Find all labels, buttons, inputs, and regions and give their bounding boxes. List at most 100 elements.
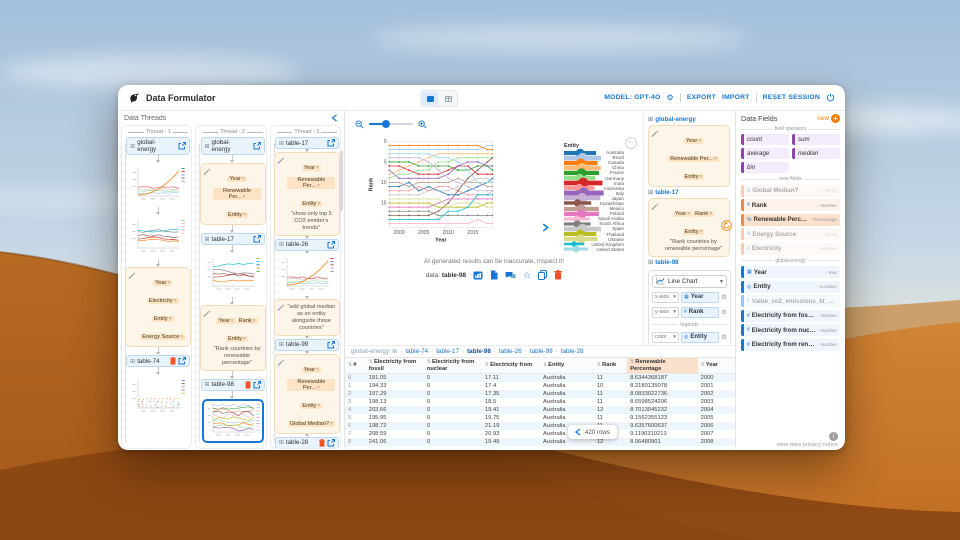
- field-chip[interactable]: Year×: [153, 280, 172, 286]
- sort-icon[interactable]: ⇅: [485, 362, 489, 368]
- open-in-new-icon[interactable]: [253, 142, 261, 150]
- concept-card[interactable]: Year×Rank×Entity×"Rank countries by rene…: [200, 305, 266, 371]
- open-in-new-icon[interactable]: [178, 142, 186, 150]
- remove-chip-icon[interactable]: ×: [317, 201, 320, 207]
- field-chip[interactable]: Energy Source×: [140, 334, 185, 340]
- sort-icon[interactable]: ⇅: [543, 362, 547, 368]
- field-item[interactable]: #Electricity from renewables ...- Number: [741, 339, 840, 351]
- operator-chip[interactable]: count: [741, 134, 789, 145]
- table-card[interactable]: ⊞table-74: [126, 355, 190, 367]
- operator-chip[interactable]: bin: [741, 162, 789, 173]
- remove-chip-icon[interactable]: ×: [317, 403, 320, 409]
- grid-view-toggle[interactable]: [440, 92, 456, 105]
- encoding-select[interactable]: y-axis▾: [652, 307, 679, 318]
- remove-chip-icon[interactable]: ×: [253, 318, 256, 324]
- column-header[interactable]: ⇅Renewable Percentage: [627, 358, 698, 373]
- remove-chip-icon[interactable]: ×: [316, 367, 319, 373]
- row-count-badge[interactable]: 420 rows: [568, 425, 617, 439]
- table-tab[interactable]: table-28: [561, 348, 584, 355]
- column-header[interactable]: ⇅#: [345, 358, 366, 373]
- open-in-new-icon[interactable]: [327, 139, 335, 147]
- field-chip[interactable]: Renewable Per...×: [287, 177, 335, 189]
- field-chip[interactable]: Year×: [216, 318, 235, 324]
- copy-icon[interactable]: [538, 270, 547, 280]
- delete-chart-icon[interactable]: [554, 270, 562, 280]
- operator-chip[interactable]: sum: [792, 134, 840, 145]
- field-item[interactable]: AGlobal Median?- String: [741, 185, 840, 197]
- zoom-out-icon[interactable]: [355, 120, 364, 129]
- remove-chip-icon[interactable]: ×: [169, 316, 172, 322]
- concept-card[interactable]: Year×Renewable Per...×Entity×: [648, 125, 730, 187]
- privacy-link[interactable]: view data privacy notice: [776, 442, 838, 448]
- field-item[interactable]: ◎Entity- Location: [741, 281, 840, 293]
- field-chip[interactable]: Year×: [302, 165, 321, 171]
- remove-chip-icon[interactable]: ×: [714, 156, 717, 162]
- column-header[interactable]: ⇅Electricity from: [482, 358, 540, 373]
- remove-chip-icon[interactable]: ×: [242, 176, 245, 182]
- open-in-new-icon[interactable]: [253, 235, 261, 243]
- delete-icon[interactable]: [245, 381, 251, 389]
- sort-icon[interactable]: ⇅: [597, 362, 601, 368]
- table-tab[interactable]: table-26: [499, 348, 522, 355]
- field-chip[interactable]: Electricity×: [147, 298, 179, 304]
- table-card[interactable]: ⊞table-17: [201, 233, 265, 245]
- table-link[interactable]: ⊞table-98: [648, 259, 731, 266]
- new-field-button[interactable]: new: [817, 115, 829, 122]
- field-chip[interactable]: Entity×: [683, 229, 705, 235]
- field-chip[interactable]: Entity×: [152, 316, 174, 322]
- chart-thumbnail[interactable]: [276, 254, 338, 296]
- encoding-value-chip[interactable]: #Rank: [681, 307, 719, 318]
- remove-chip-icon[interactable]: ×: [330, 421, 333, 427]
- table-row[interactable]: 7208.59020.93Australia119.11903102132007: [345, 430, 735, 438]
- field-chip[interactable]: Renewable Per...×: [213, 188, 261, 200]
- column-header[interactable]: ⇅Electricity from fossil: [366, 358, 424, 373]
- collapse-panel-icon[interactable]: [331, 114, 338, 122]
- delete-icon[interactable]: [170, 357, 176, 365]
- zoom-in-icon[interactable]: [418, 120, 427, 129]
- sort-icon[interactable]: ⇅: [630, 359, 634, 365]
- expand-panel-icon[interactable]: [542, 219, 549, 237]
- field-item[interactable]: ▦Year- Year: [741, 266, 840, 278]
- comment-icon[interactable]: [505, 271, 516, 280]
- remove-chip-icon[interactable]: ×: [243, 212, 246, 218]
- sort-icon[interactable]: ⇅: [369, 359, 373, 365]
- remove-chip-icon[interactable]: ×: [243, 336, 246, 342]
- field-item[interactable]: #Electricity- Number: [741, 243, 840, 255]
- encoding-select[interactable]: x-axis▾: [652, 292, 679, 303]
- table-tab[interactable]: table-74: [405, 348, 428, 355]
- favorite-star-icon[interactable]: ☆: [523, 271, 531, 280]
- operator-chip[interactable]: median: [792, 148, 840, 159]
- concept-card[interactable]: Year×Renewable Per...×Entity×: [200, 163, 266, 225]
- chart-type-select[interactable]: Line Chart ▾: [652, 275, 727, 288]
- table-card[interactable]: ⊞table-99: [275, 339, 339, 351]
- open-in-new-icon[interactable]: [178, 357, 186, 365]
- table-card[interactable]: ⊞table-17: [275, 137, 339, 149]
- field-chip[interactable]: Year×: [673, 211, 692, 217]
- chart-thumbnail[interactable]: [202, 399, 264, 443]
- gear-icon[interactable]: ⚙: [721, 308, 727, 316]
- remove-chip-icon[interactable]: ×: [174, 298, 177, 304]
- open-in-new-icon[interactable]: [327, 341, 335, 349]
- concept-card[interactable]: Year×Renewable Per...×Entity×Global Medi…: [274, 354, 340, 434]
- concept-card[interactable]: Year×Rank×Entity×"Rank countries by rene…: [648, 198, 730, 257]
- table-card[interactable]: ⊞table-98: [201, 379, 265, 391]
- refresh-button[interactable]: [721, 218, 732, 229]
- main-chart[interactable]: 2000200520102015051015YearRank Entity Au…: [364, 135, 624, 253]
- encoding-select[interactable]: color▾: [652, 332, 679, 343]
- operator-chip[interactable]: average: [741, 148, 789, 159]
- chart-more-button[interactable]: ⋯: [625, 137, 637, 149]
- remove-chip-icon[interactable]: ×: [700, 229, 703, 235]
- add-field-icon[interactable]: +: [831, 114, 840, 123]
- remove-chip-icon[interactable]: ×: [243, 194, 246, 200]
- remove-chip-icon[interactable]: ×: [167, 280, 170, 286]
- sort-icon[interactable]: ⇅: [701, 362, 705, 368]
- table-row[interactable]: 2197.29017.35Australia118.08330227362002: [345, 390, 735, 398]
- open-in-new-icon[interactable]: [253, 381, 261, 389]
- table-row[interactable]: 4203.66019.41Australia128.70130452322004: [345, 406, 735, 414]
- power-icon[interactable]: [826, 93, 835, 102]
- field-chip[interactable]: Year×: [302, 367, 321, 373]
- export-data-icon[interactable]: [490, 270, 498, 280]
- field-chip[interactable]: Entity×: [300, 403, 322, 409]
- column-header[interactable]: ⇅Rank: [594, 358, 627, 373]
- field-item[interactable]: AEnergy Source- String: [741, 228, 840, 240]
